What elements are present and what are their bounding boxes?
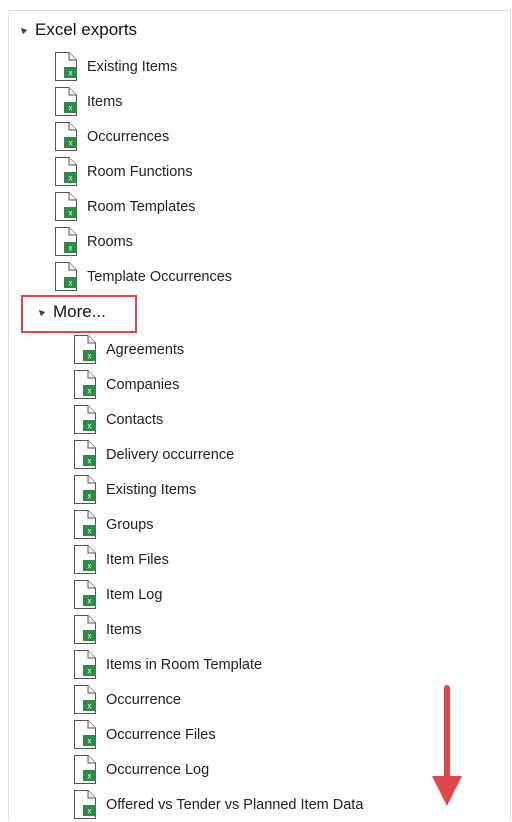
excel-file-icon: x [73, 649, 97, 680]
tree-item-label: Existing Items [87, 58, 178, 75]
excel-file-icon: x [73, 579, 97, 610]
tree-item-label: Occurrences [87, 128, 170, 145]
tree-item-label: Offered vs Tender vs Planned Item Data [106, 796, 364, 813]
excel-file-icon: x [73, 404, 97, 435]
tree-item-label: Rooms [87, 233, 133, 250]
excel-file-icon: x [54, 121, 78, 152]
excel-file-icon: x [73, 544, 97, 575]
tree-item-label: Contacts [106, 411, 164, 428]
tree-node-label: More... [53, 302, 106, 321]
svg-text:x: x [88, 807, 92, 816]
tree-item-label: Items [106, 621, 142, 638]
svg-text:x: x [69, 174, 73, 183]
tree-item-label: Items in Room Template [106, 656, 263, 673]
svg-text:x: x [69, 244, 73, 253]
more-export-item[interactable]: x Occurrence [73, 682, 181, 717]
more-export-item[interactable]: x Item Log [73, 577, 162, 612]
tree-item-label: Room Templates [87, 198, 196, 215]
svg-text:x: x [88, 772, 92, 781]
svg-text:x: x [69, 104, 73, 113]
svg-text:x: x [69, 139, 73, 148]
svg-text:x: x [88, 457, 92, 466]
excel-file-icon: x [73, 334, 97, 365]
excel-file-icon: x [54, 261, 78, 292]
more-export-item[interactable]: x Occurrence Log [73, 752, 209, 787]
excel-export-item[interactable]: x Room Functions [54, 154, 193, 189]
excel-export-item[interactable]: x Room Templates [54, 189, 196, 224]
tree-node-label: Excel exports [35, 20, 138, 39]
excel-export-item[interactable]: x Occurrences [54, 119, 169, 154]
excel-file-icon: x [73, 474, 97, 505]
svg-text:x: x [88, 632, 92, 641]
svg-text:x: x [88, 597, 92, 606]
excel-export-item[interactable]: x Existing Items [54, 49, 177, 84]
more-export-item[interactable]: x Groups [73, 507, 154, 542]
svg-text:x: x [88, 737, 92, 746]
svg-text:x: x [88, 387, 92, 396]
tree-node-more[interactable]: More... [36, 302, 106, 322]
excel-file-icon: x [73, 614, 97, 645]
more-export-item[interactable]: x Delivery occurrence [73, 437, 234, 472]
excel-file-icon: x [54, 191, 78, 222]
more-export-item[interactable]: x Items [73, 612, 141, 647]
svg-text:x: x [88, 492, 92, 501]
svg-text:x: x [88, 562, 92, 571]
tree-item-label: Occurrence Files [106, 726, 216, 743]
more-export-item[interactable]: x Contacts [73, 402, 163, 437]
svg-text:x: x [69, 69, 73, 78]
svg-text:x: x [69, 209, 73, 218]
more-export-item[interactable]: x Item Files [73, 542, 169, 577]
svg-text:x: x [69, 279, 73, 288]
excel-export-item[interactable]: x Rooms [54, 224, 133, 259]
expand-triangle-icon[interactable] [18, 25, 28, 35]
tree-item-label: Groups [106, 516, 154, 533]
expand-triangle-icon[interactable] [36, 307, 46, 317]
excel-file-icon: x [73, 509, 97, 540]
tree-item-label: Occurrence [106, 691, 181, 708]
more-export-item[interactable]: x Companies [73, 367, 179, 402]
excel-file-icon: x [73, 789, 97, 820]
excel-file-icon: x [54, 51, 78, 82]
tree-item-label: Room Functions [87, 163, 193, 180]
excel-file-icon: x [73, 719, 97, 750]
more-export-item[interactable]: x Existing Items [73, 472, 196, 507]
excel-export-item[interactable]: x Items [54, 84, 122, 119]
svg-text:x: x [88, 702, 92, 711]
excel-file-icon: x [73, 439, 97, 470]
tree-item-label: Existing Items [106, 481, 197, 498]
excel-file-icon: x [54, 226, 78, 257]
excel-file-icon: x [73, 684, 97, 715]
tree-item-label: Delivery occurrence [106, 446, 235, 463]
excel-file-icon: x [73, 369, 97, 400]
scroll-down-arrow-icon [432, 685, 462, 806]
more-export-item[interactable]: x Agreements [73, 332, 184, 367]
more-export-item[interactable]: x Offered vs Tender vs Planned Item Data [73, 787, 363, 822]
tree-item-label: Item Files [106, 551, 169, 568]
excel-file-icon: x [54, 156, 78, 187]
tree-item-label: Template Occurrences [87, 268, 233, 285]
tree-item-label: Agreements [106, 341, 185, 358]
excel-file-icon: x [54, 86, 78, 117]
tree-item-label: Items [87, 93, 123, 110]
svg-text:x: x [88, 527, 92, 536]
svg-text:x: x [88, 352, 92, 361]
more-export-item[interactable]: x Items in Room Template [73, 647, 262, 682]
excel-export-item[interactable]: x Template Occurrences [54, 259, 232, 294]
tree-item-label: Occurrence Log [106, 761, 210, 778]
tree-item-label: Companies [106, 376, 180, 393]
tree-item-label: Item Log [106, 586, 163, 603]
tree-node-excel-exports[interactable]: Excel exports [18, 20, 138, 40]
svg-text:x: x [88, 422, 92, 431]
svg-text:x: x [88, 667, 92, 676]
more-export-item[interactable]: x Occurrence Files [73, 717, 216, 752]
excel-file-icon: x [73, 754, 97, 785]
